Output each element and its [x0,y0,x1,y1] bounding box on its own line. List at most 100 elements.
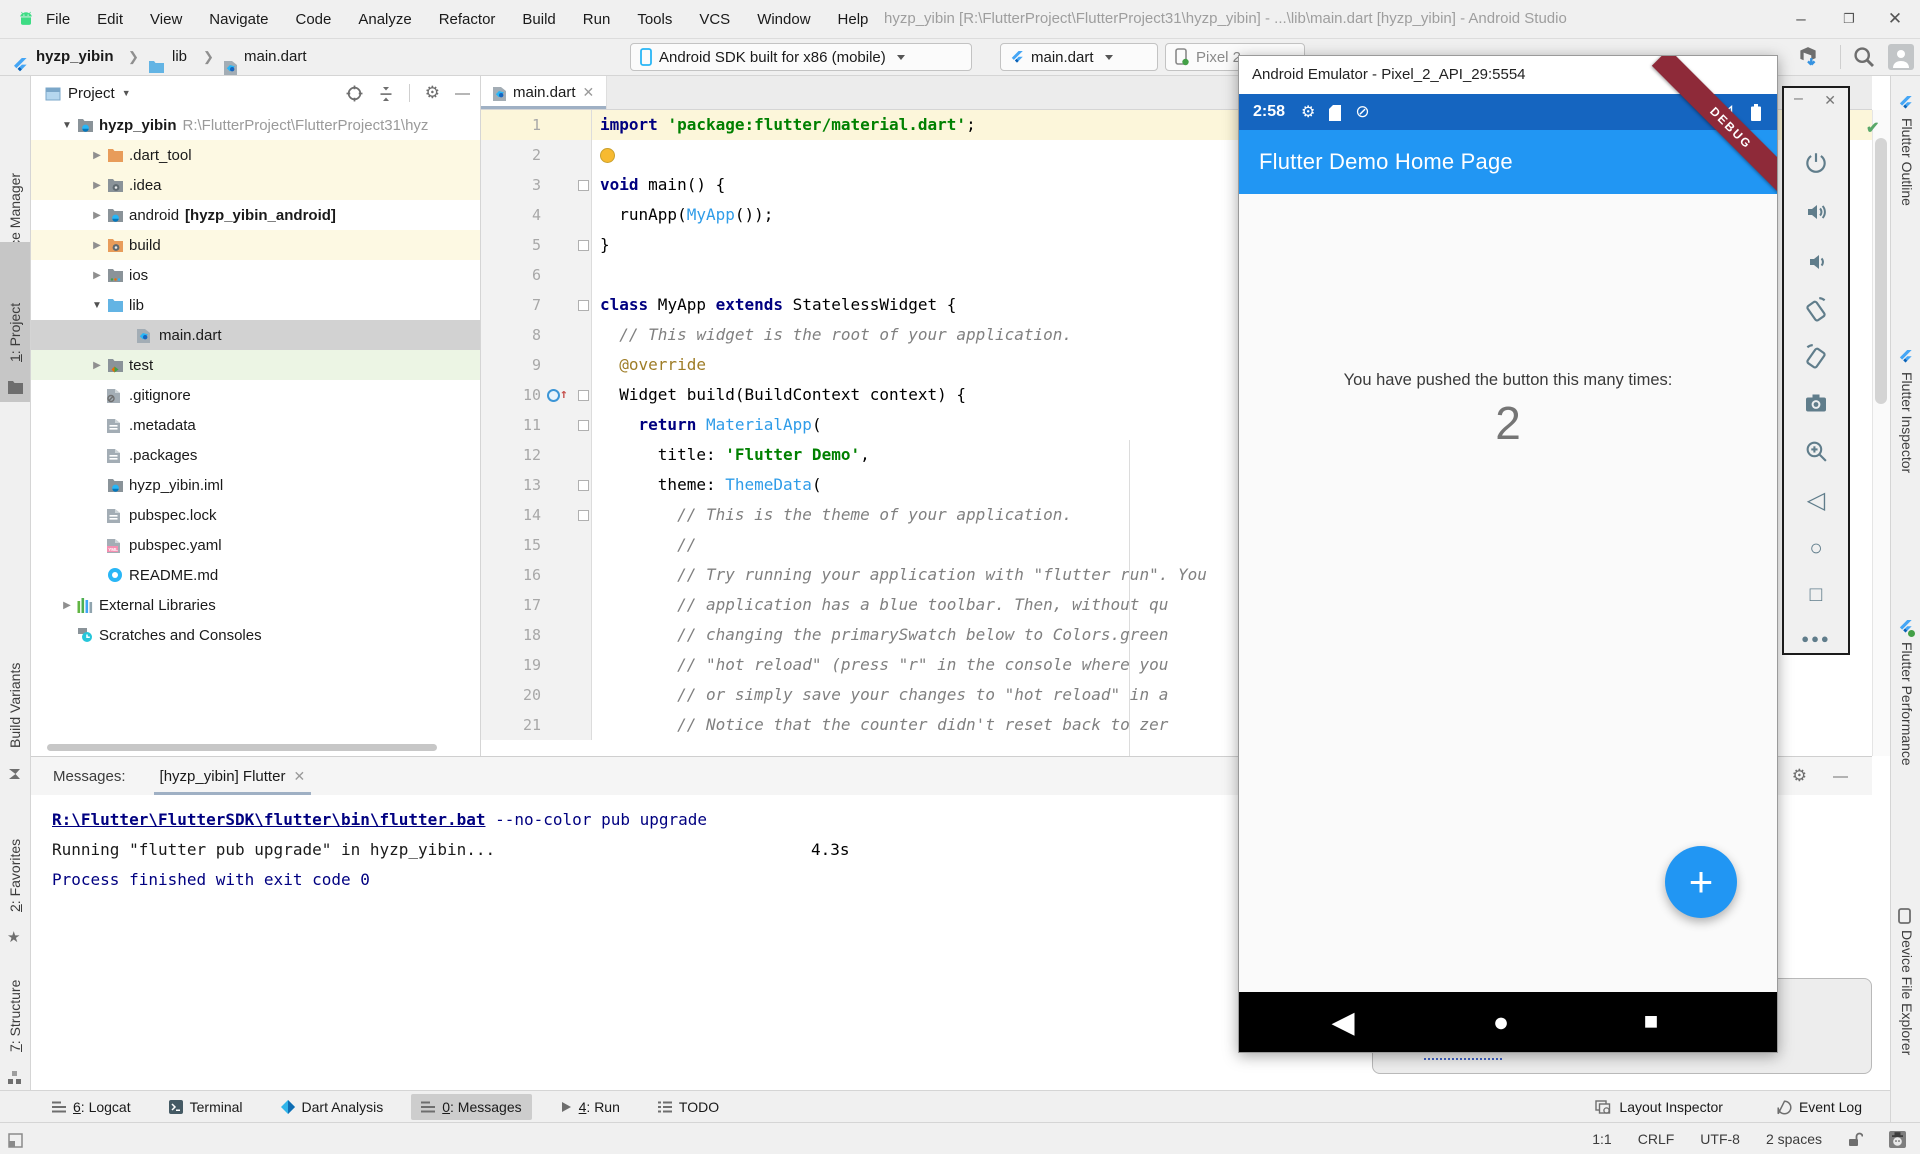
close-window-button[interactable]: ✕ [1872,0,1918,38]
maximize-window-button[interactable]: ❐ [1826,0,1872,38]
status-item[interactable]: 2 spaces [1766,1131,1822,1147]
tool-window-toggle-icon[interactable] [8,1131,23,1148]
menu-item-edit[interactable]: Edit [97,11,123,28]
emulator-power-button[interactable] [1784,150,1848,180]
breadcrumb-project[interactable]: hyzp_yibin [36,39,114,75]
gear-icon[interactable]: ⚙ [425,83,440,103]
toolwindow-button-layout-inspector[interactable]: Layout Inspector [1585,1094,1733,1120]
locate-file-icon[interactable] [346,84,363,102]
device-selector-dropdown[interactable]: Android SDK built for x86 (mobile) [630,43,972,71]
tree-row-test[interactable]: ▶test [31,350,480,380]
sidebar-tab-device-file-explorer[interactable]: Device File Explorer [1899,930,1915,1055]
nav-back-button[interactable]: ◀ [1323,992,1363,1052]
nav-home-button[interactable]: ● [1481,992,1521,1052]
emulator-volume-down-button[interactable] [1784,250,1848,278]
emulator-home-button[interactable]: ○ [1784,535,1848,561]
sidebar-tab-1-project[interactable]: 1: Project [7,303,23,362]
tree-arrow-icon[interactable]: ▶ [87,210,107,221]
tree-row-android[interactable]: ▶android[hyzp_yibin_android] [31,200,480,230]
emulator-minimize-button[interactable]: – [1794,90,1803,108]
fold-marker-icon[interactable] [578,510,589,521]
menu-item-help[interactable]: Help [838,11,869,28]
fold-marker-icon[interactable] [578,390,589,401]
tree-row-pubspec-yaml[interactable]: YMLpubspec.yaml [31,530,480,560]
editor-scrollbar-thumb[interactable] [1875,138,1887,404]
status-item[interactable]: 1:1 [1592,1131,1611,1147]
tree-row-build[interactable]: ▶build [31,230,480,260]
tree-arrow-icon[interactable]: ▶ [87,150,107,161]
tree-arrow-icon[interactable]: ▶ [57,600,77,611]
increment-fab-button[interactable]: + [1665,846,1737,918]
tree-row-ios[interactable]: ▶ios [31,260,480,290]
horizontal-scrollbar[interactable] [47,744,437,751]
run-config-dropdown[interactable]: main.dart [1000,43,1158,71]
minimize-window-button[interactable]: – [1778,0,1824,38]
emulator-overview-button[interactable]: □ [1784,583,1848,607]
fold-marker-icon[interactable] [578,240,589,251]
breadcrumb-file[interactable]: main.dart [244,39,307,75]
sidebar-tab-flutter-outline[interactable]: Flutter Outline [1899,118,1915,206]
sidebar-tab-7-structure[interactable]: 7: Structure [7,980,23,1052]
emulator-close-button[interactable]: ✕ [1824,92,1836,109]
tree-arrow-icon[interactable]: ▶ [87,270,107,281]
toolwindow-button-todo[interactable]: TODO [648,1094,729,1120]
project-view-selector[interactable]: Project [68,85,115,102]
tree-row--dart-tool[interactable]: ▶.dart_tool [31,140,480,170]
messages-flutter-tab[interactable]: [hyzp_yibin] Flutter ✕ [154,757,312,795]
emulator-zoom-button[interactable] [1784,439,1848,468]
tree-arrow-icon[interactable]: ▼ [87,300,107,311]
toolwindow-button-event-log[interactable]: Event Log [1767,1094,1872,1120]
emulator-more-button[interactable]: ●●● [1784,630,1848,647]
tree-arrow-icon[interactable]: ▼ [57,120,77,131]
gear-icon[interactable]: ⚙ [1792,766,1807,786]
toolwindow-button-terminal[interactable]: Terminal [159,1094,253,1120]
lock-icon[interactable] [1848,1132,1863,1147]
emulator-rotate-right-button[interactable] [1784,344,1848,374]
tree-row--packages[interactable]: .packages [31,440,480,470]
intention-bulb-icon[interactable] [600,148,615,163]
nav-overview-button[interactable]: ■ [1631,992,1671,1052]
tab-main-dart[interactable]: main.dart ✕ [481,76,607,109]
menu-item-tools[interactable]: Tools [637,11,672,28]
sdk-manager-icon[interactable] [1796,45,1820,69]
fold-marker-icon[interactable] [578,420,589,431]
sidebar-tab-flutter-inspector[interactable]: Flutter Inspector [1899,372,1915,473]
profile-avatar-icon[interactable] [1888,44,1914,70]
tree-arrow-icon[interactable]: ▶ [87,180,107,191]
tree-row-scratches-and-consoles[interactable]: Scratches and Consoles [31,620,480,650]
hide-panel-icon[interactable]: — [1833,768,1848,785]
menu-item-vcs[interactable]: VCS [699,11,730,28]
sidebar-tab-build-variants[interactable]: Build Variants [7,663,23,748]
toolwindow-button-0-messages[interactable]: 0: Messages [411,1094,531,1120]
hide-panel-icon[interactable]: — [455,85,470,102]
breadcrumb-folder[interactable]: lib [172,39,187,75]
inspection-ok-icon[interactable]: ✔ [1866,118,1879,138]
sidebar-tab-flutter-performance[interactable]: Flutter Performance [1899,642,1915,766]
fold-marker-icon[interactable] [578,300,589,311]
close-tab-icon[interactable]: ✕ [583,84,595,101]
fold-marker-icon[interactable] [578,480,589,491]
toolwindow-button-4-run[interactable]: 4: Run [550,1094,630,1120]
tree-row-hyzp-yibin-iml[interactable]: hyzp_yibin.iml [31,470,480,500]
tree-row--idea[interactable]: ▶.idea [31,170,480,200]
emulator-volume-up-button[interactable] [1784,200,1848,228]
tree-row--metadata[interactable]: .metadata [31,410,480,440]
tree-row-main-dart[interactable]: main.dart [31,320,480,350]
menu-item-code[interactable]: Code [295,11,331,28]
menu-item-navigate[interactable]: Navigate [209,11,268,28]
emulator-screenshot-button[interactable] [1784,391,1848,419]
tree-row--gitignore[interactable]: .gitignore [31,380,480,410]
flutter-bat-link[interactable]: R:\Flutter\FlutterSDK\flutter\bin\flutte… [52,810,485,829]
collapse-all-icon[interactable] [378,84,394,101]
menu-item-view[interactable]: View [150,11,182,28]
menu-item-run[interactable]: Run [583,11,611,28]
menu-item-refactor[interactable]: Refactor [439,11,496,28]
tree-row-hyzp-yibin[interactable]: ▼hyzp_yibinR:\FlutterProject\FlutterProj… [31,110,480,140]
toolwindow-button-dart-analysis[interactable]: Dart Analysis [271,1094,394,1120]
tree-row-lib[interactable]: ▼lib [31,290,480,320]
sidebar-tab-2-favorites[interactable]: 2: Favorites [7,839,23,912]
emulator-back-button[interactable]: ◁ [1784,486,1848,515]
tree-arrow-icon[interactable]: ▶ [87,360,107,371]
tree-row-external-libraries[interactable]: ▶External Libraries [31,590,480,620]
gradle-elf-icon[interactable] [1889,1131,1906,1148]
